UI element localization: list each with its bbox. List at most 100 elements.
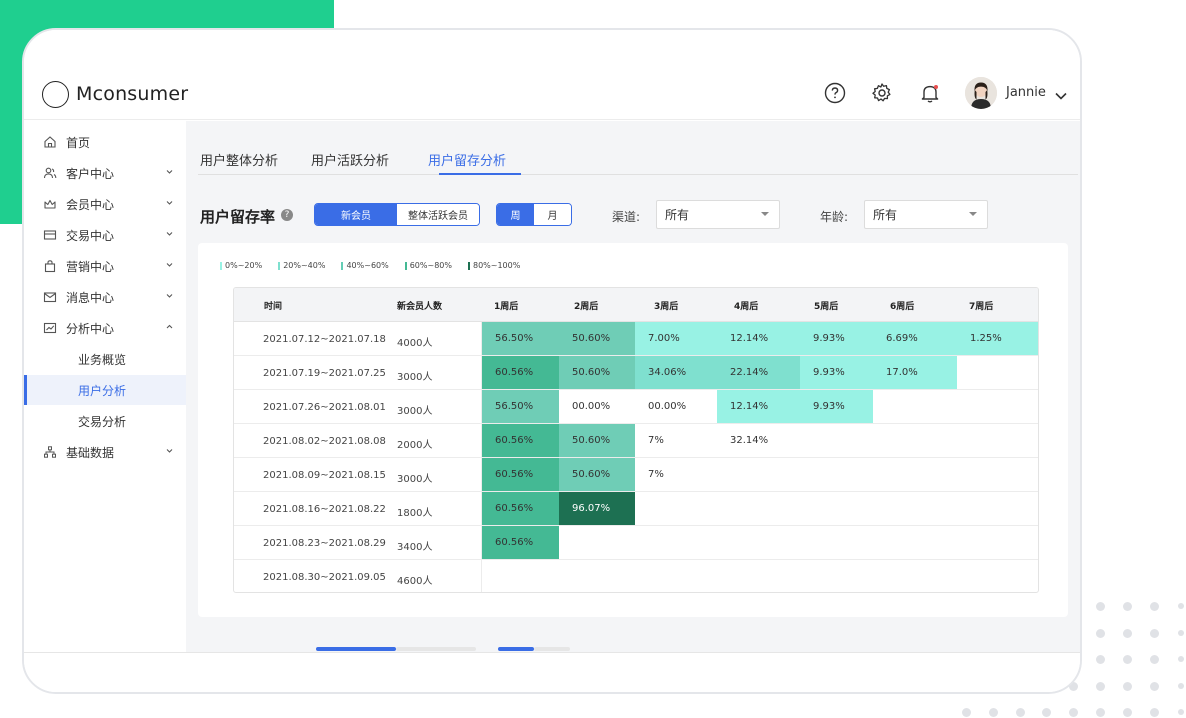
- period-cell: 2021.07.12~2021.07.18: [263, 334, 386, 345]
- table-row: 2021.07.26~2021.08.01 3000人 56.50% 00.00% 00…: [234, 390, 1038, 424]
- retention-cell: 50.60%: [559, 424, 635, 457]
- scroll-hint-button: [316, 647, 396, 651]
- decorative-dot: [1122, 601, 1132, 611]
- sidebar-item-label: 会员中心: [66, 197, 115, 212]
- sidebar-subitem-transaction-analysis[interactable]: 交易分析: [24, 406, 186, 436]
- sidebar-subitem-label: 用户分析: [78, 383, 127, 398]
- legend-item: 80%~100%: [467, 261, 521, 270]
- period-cell: 2021.08.09~2021.08.15: [263, 470, 386, 481]
- period-cell: 2021.07.19~2021.07.25: [263, 368, 386, 379]
- member-count-cell: 4600人: [397, 576, 433, 587]
- retention-cell: 9.93%: [800, 356, 873, 389]
- app-window: Mconsumer Jannie 首页 客户中心 会员中心 交易中心 营销中心 …: [22, 28, 1082, 694]
- retention-cell: 96.07%: [559, 492, 635, 525]
- tab-activity-analysis[interactable]: 用户活跃分析: [311, 150, 389, 169]
- legend-label: 0%~20%: [225, 261, 263, 270]
- legend-label: 60%~80%: [409, 261, 452, 270]
- card-icon: [43, 230, 57, 240]
- scroll-hint-button: [498, 647, 534, 651]
- home-icon: [44, 136, 56, 148]
- period-cell: 2021.08.02~2021.08.08: [263, 436, 386, 447]
- channel-select[interactable]: 所有: [656, 200, 780, 229]
- retention-cell: 1.25%: [957, 322, 1038, 355]
- bag-icon: [44, 260, 56, 273]
- sidebar-item-label: 消息中心: [66, 290, 115, 305]
- member-type-toggle: 新会员 整体活跃会员: [314, 203, 480, 226]
- retention-cell: 9.93%: [800, 322, 873, 355]
- retention-cell: 12.14%: [717, 390, 800, 423]
- toggle-option-month[interactable]: 月: [534, 204, 571, 225]
- sidebar-subitem-label: 业务概览: [78, 352, 127, 367]
- chevron-down-icon[interactable]: [1054, 86, 1068, 105]
- sidebar-item-transactions[interactable]: 交易中心: [24, 220, 186, 250]
- sidebar-item-marketing[interactable]: 营销中心: [24, 251, 186, 281]
- logo-circle-icon: [42, 81, 69, 108]
- retention-cell: 60.56%: [482, 526, 559, 559]
- member-count-cell: 3000人: [397, 372, 433, 383]
- notification-bell-icon[interactable]: [917, 80, 943, 106]
- channel-select-value: 所有: [665, 208, 690, 222]
- app-name: Mconsumer: [76, 83, 189, 105]
- legend-item: 60%~80%: [404, 261, 452, 270]
- sidebar-item-label: 交易中心: [66, 228, 115, 243]
- decorative-dot: [1122, 707, 1132, 717]
- column-header: 新会员人数: [397, 302, 443, 312]
- decorative-dot: [1095, 628, 1105, 638]
- chevron-down-icon: [166, 201, 173, 205]
- user-name[interactable]: Jannie: [1006, 85, 1046, 100]
- column-header: 1周后: [494, 302, 519, 312]
- legend-item: 0%~20%: [220, 261, 262, 270]
- legend-swatch: [404, 261, 407, 270]
- scroll-hint-button: [396, 647, 476, 651]
- decorative-dot: [1095, 681, 1105, 691]
- help-icon[interactable]: [822, 80, 848, 106]
- retention-cell: 60.56%: [482, 424, 559, 457]
- section-title: 用户留存率: [200, 208, 276, 226]
- tab-retention-analysis[interactable]: 用户留存分析: [428, 150, 506, 169]
- legend-label: 40%~60%: [346, 261, 389, 270]
- sidebar-item-customers[interactable]: 客户中心: [24, 158, 186, 188]
- period-cell: 2021.07.26~2021.08.01: [263, 402, 386, 413]
- settings-gear-icon[interactable]: [869, 80, 895, 106]
- sidebar-item-messages[interactable]: 消息中心: [24, 282, 186, 312]
- retention-cell: 7.00%: [635, 322, 717, 355]
- retention-cell: 60.56%: [482, 492, 559, 525]
- retention-panel: 0%~20% 20%~40% 40%~60% 60%~80% 80%~100% 时间 新会…: [198, 243, 1068, 617]
- customers-icon: [43, 167, 57, 179]
- column-header: 6周后: [890, 302, 915, 312]
- question-circle-icon[interactable]: ?: [281, 209, 293, 221]
- sidebar-item-members[interactable]: 会员中心: [24, 189, 186, 219]
- retention-cell: 50.60%: [559, 458, 635, 491]
- sidebar-item-label: 客户中心: [66, 166, 115, 181]
- retention-cell: 17.0%: [873, 356, 957, 389]
- toggle-option-new-members[interactable]: 新会员: [315, 204, 397, 225]
- toggle-option-all-active-members[interactable]: 整体活跃会员: [397, 204, 479, 225]
- sidebar-item-analytics[interactable]: 分析中心: [24, 313, 186, 343]
- sidebar-item-home[interactable]: 首页: [24, 127, 186, 157]
- legend-label: 20%~40%: [283, 261, 326, 270]
- age-select[interactable]: 所有: [864, 200, 988, 229]
- decorative-dot: [1178, 683, 1184, 689]
- table-row: 2021.07.19~2021.07.25 3000人 60.56% 50.60% 34…: [234, 356, 1038, 390]
- sidebar-item-base-data[interactable]: 基础数据: [24, 437, 186, 467]
- table-row: 2021.07.12~2021.07.18 4000人 56.50% 50.60% 7.…: [234, 322, 1038, 356]
- retention-cell: 9.93%: [800, 390, 873, 423]
- decorative-dot: [1149, 654, 1159, 664]
- decorative-dot: [1122, 681, 1132, 691]
- caret-down-icon: [969, 212, 977, 216]
- legend-label: 80%~100%: [472, 261, 521, 270]
- sidebar-subitem-user-analysis[interactable]: 用户分析: [24, 375, 186, 405]
- sidebar: 首页 客户中心 会员中心 交易中心 营销中心 消息中心 分析中心 业务概览 用户…: [24, 121, 186, 661]
- member-count-cell: 3400人: [397, 542, 433, 553]
- period-cell: 2021.08.23~2021.08.29: [263, 538, 386, 549]
- main-content: 用户整体分析 用户活跃分析 用户留存分析 用户留存率 ? 新会员 整体活跃会员 …: [186, 121, 1080, 661]
- sidebar-item-label: 营销中心: [66, 259, 115, 274]
- sidebar-subitem-business-overview[interactable]: 业务概览: [24, 344, 186, 374]
- user-avatar[interactable]: [965, 77, 997, 109]
- decorative-dot: [1149, 681, 1159, 691]
- tab-overall-analysis[interactable]: 用户整体分析: [200, 150, 278, 169]
- top-header: Mconsumer Jannie: [24, 30, 1080, 120]
- column-header: 7周后: [969, 302, 994, 312]
- retention-cell: 60.56%: [482, 458, 559, 491]
- toggle-option-week[interactable]: 周: [497, 204, 534, 225]
